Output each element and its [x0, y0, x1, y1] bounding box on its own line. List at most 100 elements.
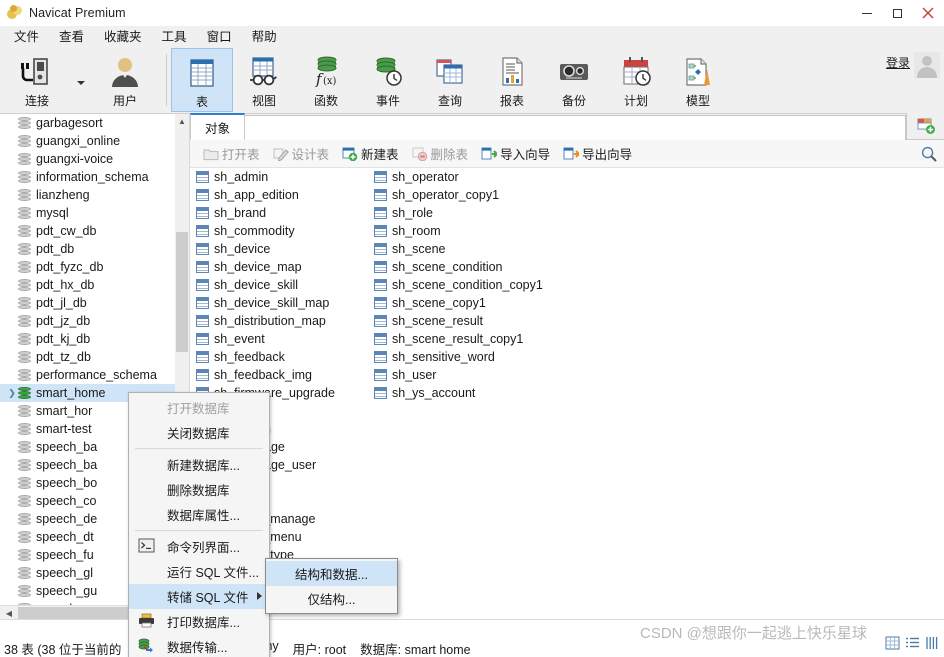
scroll-up-icon[interactable]: ▲ [175, 114, 189, 128]
table-row[interactable]: sh_scene [372, 240, 543, 258]
list-view-icon[interactable] [925, 636, 940, 653]
sidebar-item-lianzheng[interactable]: lianzheng [0, 186, 189, 204]
sidebar-scroll-thumb[interactable] [176, 232, 188, 352]
maximize-icon[interactable] [882, 0, 912, 26]
sidebar-item-pdt_tz_db[interactable]: pdt_tz_db [0, 348, 189, 366]
table-row[interactable]: sh_scene_copy1 [372, 294, 543, 312]
ribbon-button-query[interactable]: 查询 [419, 48, 481, 112]
table-row[interactable]: sh_feedback_img [194, 366, 335, 384]
ribbon-button-function[interactable]: f (x) 函数 [295, 48, 357, 112]
ribbon-button-model[interactable]: 模型 [667, 48, 729, 112]
ribbon-button-table[interactable]: 表 [171, 48, 233, 112]
export-wizard-button[interactable]: 导出向导 [558, 142, 637, 165]
sidebar-item-pdt_jl_db[interactable]: pdt_jl_db [0, 294, 189, 312]
connect-button[interactable]: 连接 [0, 48, 74, 112]
table-row[interactable]: sh_room [372, 222, 543, 240]
context-menu-item-2[interactable]: 新建数据库... [129, 452, 269, 477]
context-menu-item-6[interactable]: 运行 SQL 文件... [129, 559, 269, 584]
new-tab-icon[interactable] [906, 113, 944, 139]
sidebar-item-guangxi_online[interactable]: guangxi_online [0, 132, 189, 150]
sidebar-item-pdt_fyzc_db[interactable]: pdt_fyzc_db [0, 258, 189, 276]
table-row[interactable]: sh_user [372, 366, 543, 384]
tab-objects[interactable]: 对象 [190, 113, 246, 140]
ribbon-button-event[interactable]: 事件 [357, 48, 419, 112]
table-row[interactable]: sh_commodity [194, 222, 335, 240]
table-row[interactable]: sh_operator [372, 168, 543, 186]
submenu-item-structure-only[interactable]: 仅结构... [266, 586, 397, 611]
table-row[interactable]: sh_sensitive_word [372, 348, 543, 366]
sidebar-item-performance_schema[interactable]: performance_schema [0, 366, 189, 384]
context-menu-item-1[interactable]: 关闭数据库 [129, 420, 269, 445]
context-menu-item-8[interactable]: 打印数据库... [129, 609, 269, 634]
ribbon-button-backup[interactable]: 备份 [543, 48, 605, 112]
menu-window[interactable]: 窗口 [197, 27, 242, 47]
grid-view-icon[interactable] [885, 636, 900, 653]
table-icon [374, 171, 387, 183]
menu-tools[interactable]: 工具 [152, 27, 197, 47]
sidebar-item-mysql[interactable]: mysql [0, 204, 189, 222]
table-row[interactable]: sh_brand [194, 204, 335, 222]
user-button[interactable]: 用户 [88, 48, 162, 112]
ribbon-button-schedule[interactable]: 计划 [605, 48, 667, 112]
table-row[interactable]: sh_scene_condition_copy1 [372, 276, 543, 294]
table-row[interactable]: sh_ys_account [372, 384, 543, 402]
sidebar-item-pdt_db[interactable]: pdt_db [0, 240, 189, 258]
menu-view[interactable]: 查看 [49, 27, 94, 47]
sidebar-item-pdt_hx_db[interactable]: pdt_hx_db [0, 276, 189, 294]
table-name-label: sh_scene [392, 242, 446, 256]
table-row[interactable]: sh_distribution_map [194, 312, 335, 330]
menu-help[interactable]: 帮助 [242, 27, 287, 47]
delete-table-button[interactable]: 删除表 [407, 142, 474, 165]
open-table-button[interactable]: 打开表 [198, 142, 265, 165]
sidebar-item-pdt_jz_db[interactable]: pdt_jz_db [0, 312, 189, 330]
detail-view-icon[interactable] [905, 636, 920, 653]
menu-file[interactable]: 文件 [4, 27, 49, 47]
table-row[interactable]: sh_scene_condition [372, 258, 543, 276]
sidebar-item-label: speech_ba [36, 458, 98, 472]
database-context-menu[interactable]: 打开数据库 关闭数据库 新建数据库... 删除数据库 数据库属性... 命令列界面... 运… [128, 392, 270, 657]
table-row[interactable]: sh_role [372, 204, 543, 222]
table-row[interactable]: sh_device_skill [194, 276, 335, 294]
connect-dropdown-icon[interactable] [74, 48, 88, 112]
sidebar-item-pdt_kj_db[interactable]: pdt_kj_db [0, 330, 189, 348]
table-row[interactable]: sh_device_skill_map [194, 294, 335, 312]
sidebar-item-information_schema[interactable]: information_schema [0, 168, 189, 186]
object-list[interactable]: sh_admin sh_app_edition sh_brand sh_commodi… [190, 168, 944, 619]
table-row[interactable]: sh_feedback [194, 348, 335, 366]
sidebar-item-guangxi-voice[interactable]: guangxi-voice [0, 150, 189, 168]
minimize-icon[interactable] [852, 0, 882, 26]
table-row[interactable]: sh_scene_result [372, 312, 543, 330]
table-row[interactable]: sh_event [194, 330, 335, 348]
database-icon [18, 350, 31, 364]
sidebar-item-pdt_cw_db[interactable]: pdt_cw_db [0, 222, 189, 240]
scroll-left-icon[interactable]: ◀ [2, 606, 16, 619]
search-icon[interactable] [914, 140, 944, 168]
login-link[interactable]: 登录 [886, 52, 910, 71]
new-table-button[interactable]: 新建表 [337, 142, 404, 165]
sidebar-item-garbagesort[interactable]: garbagesort [0, 114, 189, 132]
table-row[interactable]: sh_operator_copy1 [372, 186, 543, 204]
sidebar-hscroll-thumb[interactable] [18, 607, 138, 619]
table-row[interactable]: sh_scene_result_copy1 [372, 330, 543, 348]
close-icon[interactable] [912, 0, 944, 26]
context-menu-item-4[interactable]: 数据库属性... [129, 502, 269, 527]
avatar[interactable] [914, 52, 940, 78]
context-menu-item-7[interactable]: 转储 SQL 文件 [129, 584, 269, 609]
dump-sql-submenu[interactable]: 结构和数据... 仅结构... [265, 558, 398, 614]
expand-arrow-icon[interactable]: ❯ [6, 388, 18, 399]
design-table-button[interactable]: 设计表 [268, 142, 335, 165]
ribbon-button-report[interactable]: 报表 [481, 48, 543, 112]
import-wizard-button[interactable]: 导入向导 [476, 142, 555, 165]
table-row[interactable]: sh_device [194, 240, 335, 258]
table-row[interactable]: sh_device_map [194, 258, 335, 276]
ribbon-button-view[interactable]: 视图 [233, 48, 295, 112]
context-menu-item-5[interactable]: 命令列界面... [129, 534, 269, 559]
context-menu-item-3[interactable]: 删除数据库 [129, 477, 269, 502]
context-menu-item-9[interactable]: 数据传输... [129, 634, 269, 657]
status-user: 用户: root [292, 643, 347, 657]
table-row[interactable]: sh_app_edition [194, 186, 335, 204]
submenu-item-structure-and-data[interactable]: 结构和数据... [266, 561, 397, 586]
menu-favorites[interactable]: 收藏夹 [94, 27, 152, 47]
design-table-label: 设计表 [291, 148, 330, 162]
table-row[interactable]: sh_admin [194, 168, 335, 186]
